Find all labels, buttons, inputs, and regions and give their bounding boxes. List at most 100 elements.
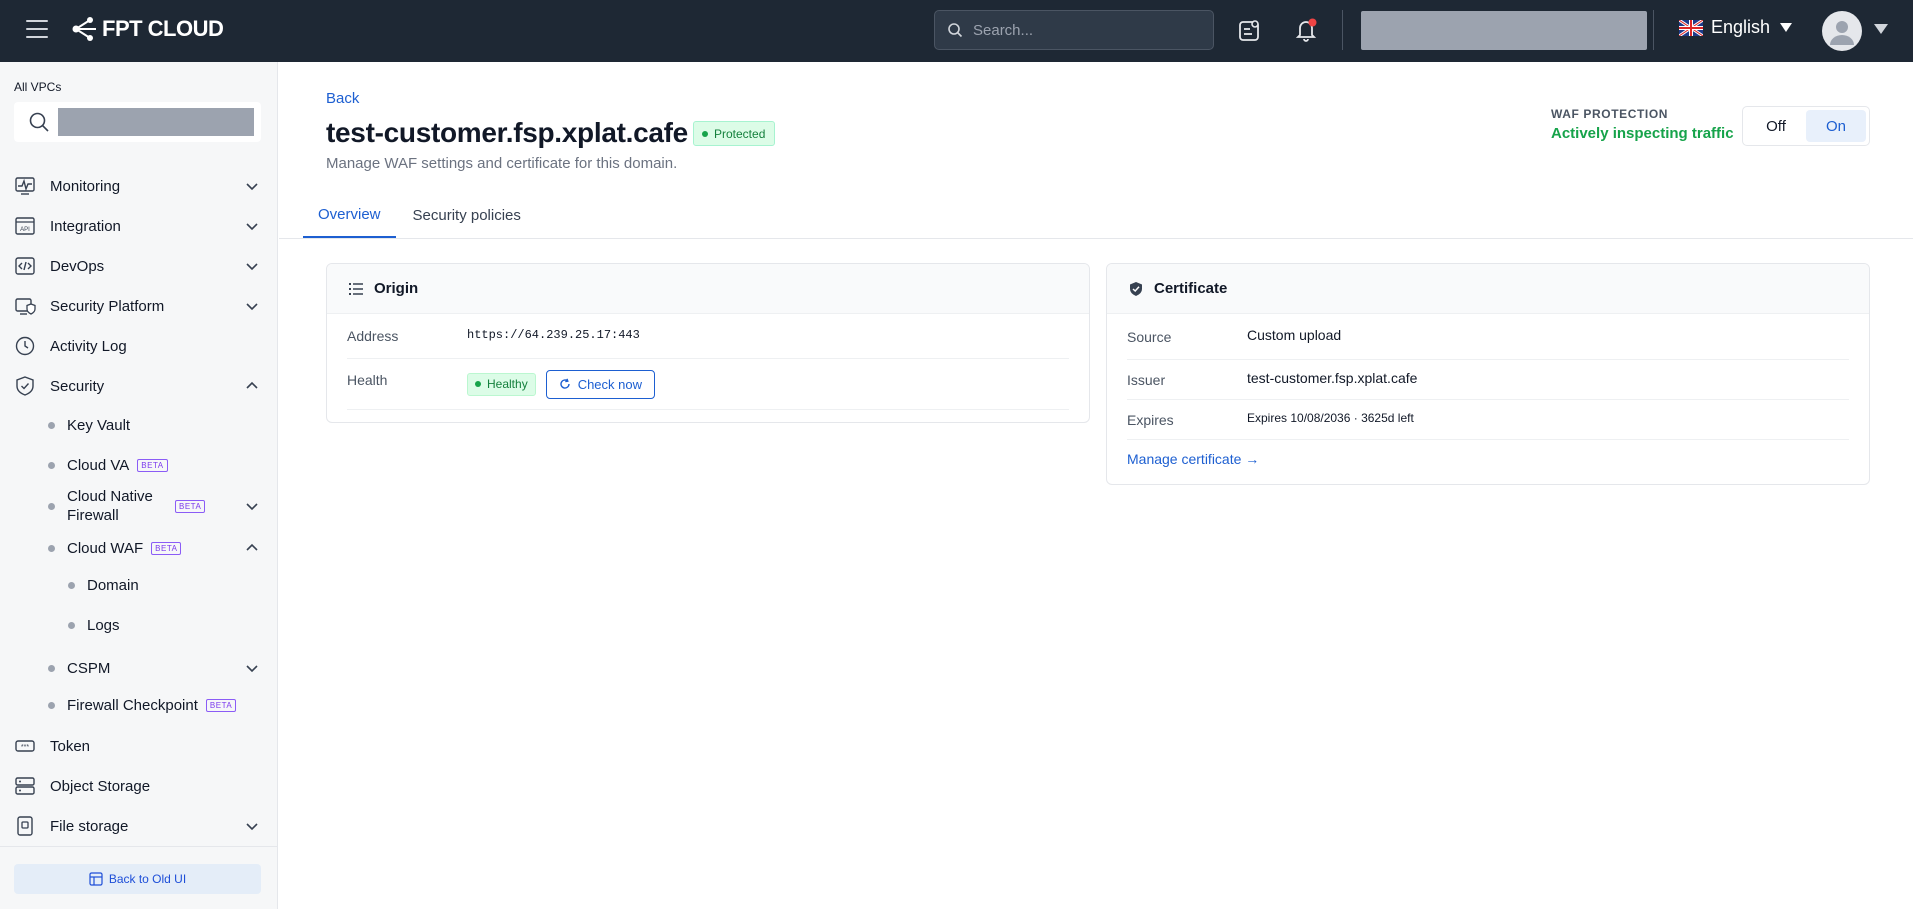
vpc-selector[interactable] bbox=[14, 102, 261, 142]
sidebar-item-security[interactable]: Security bbox=[14, 370, 264, 402]
chevron-down-icon bbox=[246, 303, 258, 311]
sidebar-subitem-cspm[interactable]: CSPM bbox=[48, 656, 264, 680]
global-search[interactable] bbox=[934, 10, 1214, 50]
tab-overview[interactable]: Overview bbox=[303, 192, 396, 239]
beta-badge: BETA bbox=[205, 699, 237, 712]
waf-protection-toggle[interactable]: Off On bbox=[1742, 106, 1870, 146]
source-label: Source bbox=[1127, 328, 1172, 345]
token-icon: *** bbox=[15, 740, 35, 752]
monitoring-icon bbox=[15, 177, 35, 195]
sidebar-item-monitoring[interactable]: Monitoring bbox=[14, 170, 264, 202]
check-now-label: Check now bbox=[577, 376, 642, 392]
sidebar-item-file-storage[interactable]: File storage bbox=[14, 810, 264, 842]
sidebar-subitem-cloud-native-firewall[interactable]: Cloud Native Firewall BETA bbox=[48, 486, 264, 526]
sidebar-subitem-label: Domain bbox=[87, 577, 139, 594]
origin-address-row: Address https://64.239.25.17:443 bbox=[347, 314, 1069, 359]
search-icon bbox=[29, 112, 49, 132]
beta-badge: BETA bbox=[137, 459, 168, 472]
issuer-value: test-customer.fsp.xplat.cafe bbox=[1247, 370, 1418, 386]
back-to-old-ui-label: Back to Old UI bbox=[108, 872, 187, 886]
tab-bar: Overview Security policies bbox=[303, 192, 536, 239]
certificate-expires-row: Expires Expires 10/08/2036 · 3625d left bbox=[1127, 400, 1849, 440]
bullet-dot bbox=[48, 422, 55, 429]
status-badge: Protected bbox=[693, 121, 776, 146]
sidebar-subitem-label: Firewall Checkpoint bbox=[67, 697, 198, 714]
certificate-card-header: Certificate bbox=[1107, 264, 1869, 314]
main-content: Back test-customer.fsp.xplat.cafe Protec… bbox=[279, 62, 1913, 909]
beta-badge: BETA bbox=[175, 499, 206, 513]
manage-certificate-link[interactable]: Manage certificate → bbox=[1127, 451, 1259, 467]
sidebar-item-devops[interactable]: DevOps bbox=[14, 250, 264, 282]
tab-security-policies[interactable]: Security policies bbox=[398, 192, 536, 239]
chevron-down-icon bbox=[246, 223, 258, 231]
sidebar-item-label: Integration bbox=[50, 217, 121, 235]
issuer-label: Issuer bbox=[1127, 371, 1166, 388]
health-value: Healthy bbox=[487, 377, 528, 391]
chevron-up-icon bbox=[246, 381, 258, 389]
search-input[interactable] bbox=[973, 21, 1193, 39]
vpc-label: All VPCs bbox=[14, 80, 62, 94]
chevron-down-icon bbox=[246, 503, 258, 511]
sidebar-item-token[interactable]: *** Token bbox=[14, 730, 264, 762]
sidebar-subitem-label: Logs bbox=[87, 617, 120, 634]
certificate-issuer-row: Issuer test-customer.fsp.xplat.cafe bbox=[1127, 360, 1849, 400]
user-icon bbox=[1830, 21, 1854, 45]
bullet-dot bbox=[48, 544, 55, 552]
health-label: Health bbox=[347, 372, 388, 388]
back-link[interactable]: Back bbox=[326, 90, 359, 107]
sidebar-subitem-logs[interactable]: Logs bbox=[68, 616, 264, 635]
sidebar-subitem-firewall-checkpoint[interactable]: Firewall Checkpoint BETA bbox=[48, 696, 264, 715]
uk-flag-icon bbox=[1679, 19, 1703, 36]
user-avatar[interactable] bbox=[1822, 11, 1862, 51]
bullet-dot bbox=[48, 462, 55, 469]
fpt-logo-icon bbox=[72, 17, 96, 41]
svg-text:API: API bbox=[20, 227, 30, 233]
redacted-account-field[interactable] bbox=[1361, 11, 1647, 50]
origin-card-header: Origin bbox=[327, 264, 1089, 314]
bullet-dot bbox=[48, 502, 55, 510]
sidebar-subitem-key-vault[interactable]: Key Vault bbox=[48, 416, 264, 435]
svg-text:***: *** bbox=[21, 744, 29, 751]
clock-icon bbox=[15, 336, 35, 356]
hamburger-menu-icon[interactable] bbox=[26, 20, 48, 40]
waf-protection-label: WAF PROTECTION bbox=[1551, 107, 1669, 121]
sidebar-subitem-cloud-va[interactable]: Cloud VA BETA bbox=[48, 456, 264, 475]
language-label: English bbox=[1711, 17, 1771, 37]
code-icon bbox=[15, 257, 35, 275]
sidebar-item-integration[interactable]: API Integration bbox=[14, 210, 264, 242]
api-icon: API bbox=[15, 217, 35, 235]
sidebar-subitem-label: Cloud Native Firewall bbox=[67, 488, 153, 524]
chevron-down-icon bbox=[246, 665, 258, 673]
bullet-dot bbox=[68, 622, 75, 629]
notification-bell-icon[interactable] bbox=[1293, 17, 1319, 43]
sidebar-subitem-cloud-waf[interactable]: Cloud WAF BETA bbox=[48, 536, 264, 560]
back-to-old-ui-button[interactable]: Back to Old UI bbox=[14, 864, 261, 894]
sidebar-subitem-domain[interactable]: Domain bbox=[68, 576, 264, 595]
certificate-source-row: Source Custom upload bbox=[1127, 314, 1849, 360]
sidebar-item-object-storage[interactable]: Object Storage bbox=[14, 770, 264, 802]
file-storage-icon bbox=[17, 816, 33, 836]
toggle-off-option[interactable]: Off bbox=[1746, 110, 1806, 142]
sidebar-item-activity-log[interactable]: Activity Log bbox=[14, 330, 264, 362]
certificate-card: Certificate Source Custom upload Issuer … bbox=[1106, 263, 1870, 485]
check-now-button[interactable]: Check now bbox=[545, 369, 655, 399]
sidebar-item-label: Monitoring bbox=[50, 177, 121, 195]
chevron-down-icon bbox=[246, 263, 258, 271]
sidebar-item-security-platform[interactable]: Security Platform bbox=[14, 290, 264, 322]
tabs-divider bbox=[279, 238, 1913, 239]
sidebar-item-label: DevOps bbox=[50, 257, 105, 275]
chevron-down-icon bbox=[246, 823, 258, 831]
page-title: test-customer.fsp.xplat.cafe bbox=[326, 117, 688, 148]
brand-logo[interactable]: FPT CLOUD bbox=[70, 16, 224, 42]
sidebar-divider bbox=[0, 846, 277, 847]
account-menu-caret-icon[interactable] bbox=[1874, 24, 1888, 34]
sidebar-item-label: Token bbox=[50, 737, 91, 755]
language-caret-icon bbox=[1780, 23, 1793, 32]
origin-card-title: Origin bbox=[374, 280, 419, 297]
toggle-on-option[interactable]: On bbox=[1806, 110, 1866, 142]
waf-protection-status: Actively inspecting traffic bbox=[1551, 125, 1734, 142]
health-dot bbox=[475, 381, 481, 387]
language-selector[interactable]: English bbox=[1679, 17, 1793, 38]
sidebar-item-label: Activity Log bbox=[50, 337, 127, 355]
task-list-icon[interactable] bbox=[1236, 17, 1262, 43]
